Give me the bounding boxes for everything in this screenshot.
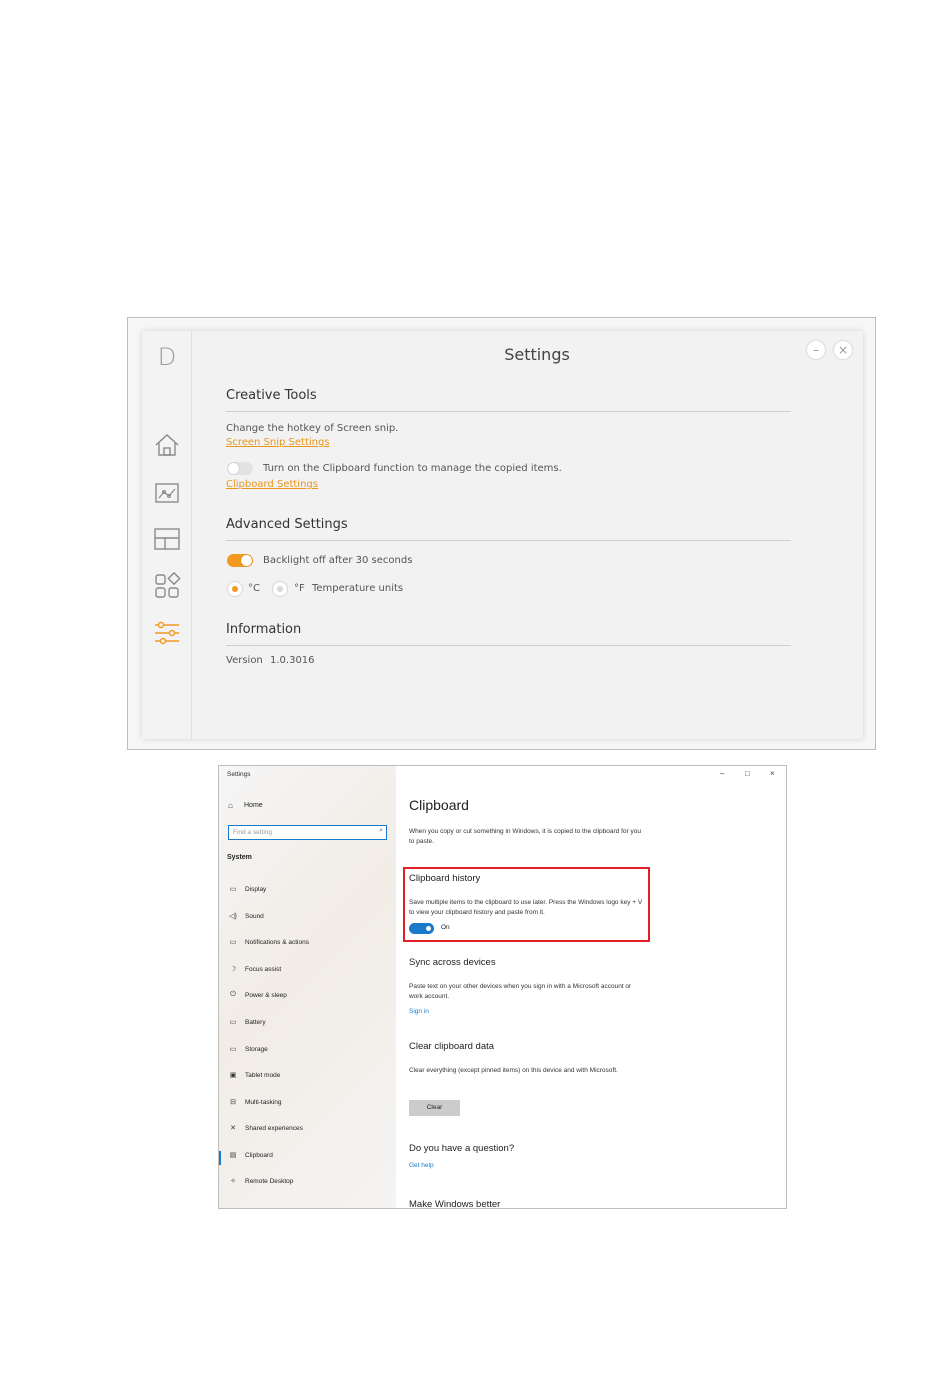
selected-indicator [219,1151,221,1165]
minimize-button[interactable]: – [807,341,825,359]
image-icon[interactable] [153,479,181,507]
section-heading: System [227,854,252,861]
dell-settings-screenshot: D Settings – × Creative Tools Change the… [127,317,876,750]
apps-icon[interactable] [153,572,181,600]
nav-item-display[interactable]: ▭ Display [227,885,392,899]
notifications-icon: ▭ [229,939,237,946]
version-label: Version [226,655,263,666]
fahrenheit-radio[interactable] [272,581,288,597]
question-heading: Do you have a question? [409,1143,515,1154]
make-windows-better-heading: Make Windows better [409,1199,501,1209]
advanced-settings-heading: Advanced Settings [226,517,348,532]
sound-icon: ◁) [229,913,237,920]
clipboard-history-text: Save multiple items to the clipboard to … [409,899,643,916]
divider [226,411,791,412]
home-link[interactable]: Home [244,802,263,809]
fahrenheit-label: °F [294,583,305,594]
nav-item-shared-experiences[interactable]: ✕ Shared experiences [227,1124,392,1138]
clipboard-history-heading: Clipboard history [409,873,481,884]
nav-item-notifications[interactable]: ▭ Notifications & actions [227,938,392,952]
page-title: Clipboard [409,797,469,813]
celsius-label: °C [248,583,260,594]
windows-clipboard-screenshot: Settings ⌂ Home Find a setting ⌕ System … [218,765,787,1209]
nav-item-power[interactable]: ⏻ Power & sleep [227,991,392,1005]
battery-icon: ▭ [229,1019,237,1026]
search-placeholder: Find a setting [233,829,273,836]
clear-text: Clear everything (except pinned items) o… [409,1067,618,1074]
nav-item-remote-desktop[interactable]: ✧ Remote Desktop [227,1177,392,1191]
screen-snip-settings-link[interactable]: Screen Snip Settings [226,437,330,448]
sync-text: Paste text on your other devices when yo… [409,983,632,1000]
close-button[interactable]: × [770,769,775,778]
remote-desktop-icon: ✧ [230,1178,236,1185]
windows-title: Settings [227,771,251,778]
close-button[interactable]: × [834,341,852,359]
maximize-button[interactable]: □ [745,769,750,778]
nav-item-storage[interactable]: ▭ Storage [227,1045,392,1059]
get-help-link[interactable]: Get help [409,1162,434,1169]
version-value: 1.0.3016 [270,655,315,666]
divider [226,645,791,646]
sliders-icon[interactable] [153,619,181,647]
nav-item-focus-assist[interactable]: ☽ Focus assist [227,965,392,979]
clipboard-history-toggle[interactable] [409,923,434,934]
layout-icon[interactable] [153,525,181,553]
multitasking-icon: ⊟ [230,1099,236,1106]
clipboard-icon: ▤ [229,1152,237,1159]
app-logo: D [157,343,177,371]
shared-icon: ✕ [230,1125,236,1132]
clipboard-settings-link[interactable]: Clipboard Settings [226,479,318,490]
creative-tools-heading: Creative Tools [226,388,317,403]
sidebar: D [142,331,192,739]
nav-item-multitasking[interactable]: ⊟ Multi-tasking [227,1098,392,1112]
clear-button[interactable]: Clear [409,1100,460,1116]
clipboard-description: Turn on the Clipboard function to manage… [263,463,562,474]
temperature-units-label: Temperature units [312,583,404,594]
nav-item-sound[interactable]: ◁) Sound [227,912,392,926]
toggle-state: On [441,924,450,931]
nav-item-battery[interactable]: ▭ Battery [227,1018,392,1032]
clear-heading: Clear clipboard data [409,1041,495,1052]
home-icon[interactable] [153,431,181,459]
windows-sidebar: Settings ⌂ Home Find a setting ⌕ System … [219,766,396,1208]
home-icon: ⌂ [228,801,233,810]
clipboard-toggle[interactable] [227,462,253,475]
storage-icon: ▭ [229,1046,237,1053]
settings-window: D Settings – × Creative Tools Change the… [142,331,863,739]
display-icon: ▭ [229,886,237,893]
information-heading: Information [226,622,302,637]
backlight-label: Backlight off after 30 seconds [263,555,413,566]
search-input[interactable]: Find a setting ⌕ [228,825,387,840]
hotkey-description: Change the hotkey of Screen snip. [226,423,399,434]
divider [226,540,791,541]
intro-text: When you copy or cut something in Window… [409,828,641,845]
sign-in-link[interactable]: Sign in [409,1008,429,1015]
tablet-icon: ▣ [229,1072,237,1079]
sync-heading: Sync across devices [409,957,496,968]
nav-item-tablet-mode[interactable]: ▣ Tablet mode [227,1071,392,1085]
search-icon: ⌕ [379,827,383,834]
nav-item-clipboard[interactable]: ▤ Clipboard [227,1151,392,1165]
celsius-radio[interactable] [227,581,243,597]
minimize-button[interactable]: – [720,769,724,778]
moon-icon: ☽ [229,966,237,973]
backlight-toggle[interactable] [227,554,253,567]
power-icon: ⏻ [230,991,236,998]
window-title: Settings [504,345,570,364]
